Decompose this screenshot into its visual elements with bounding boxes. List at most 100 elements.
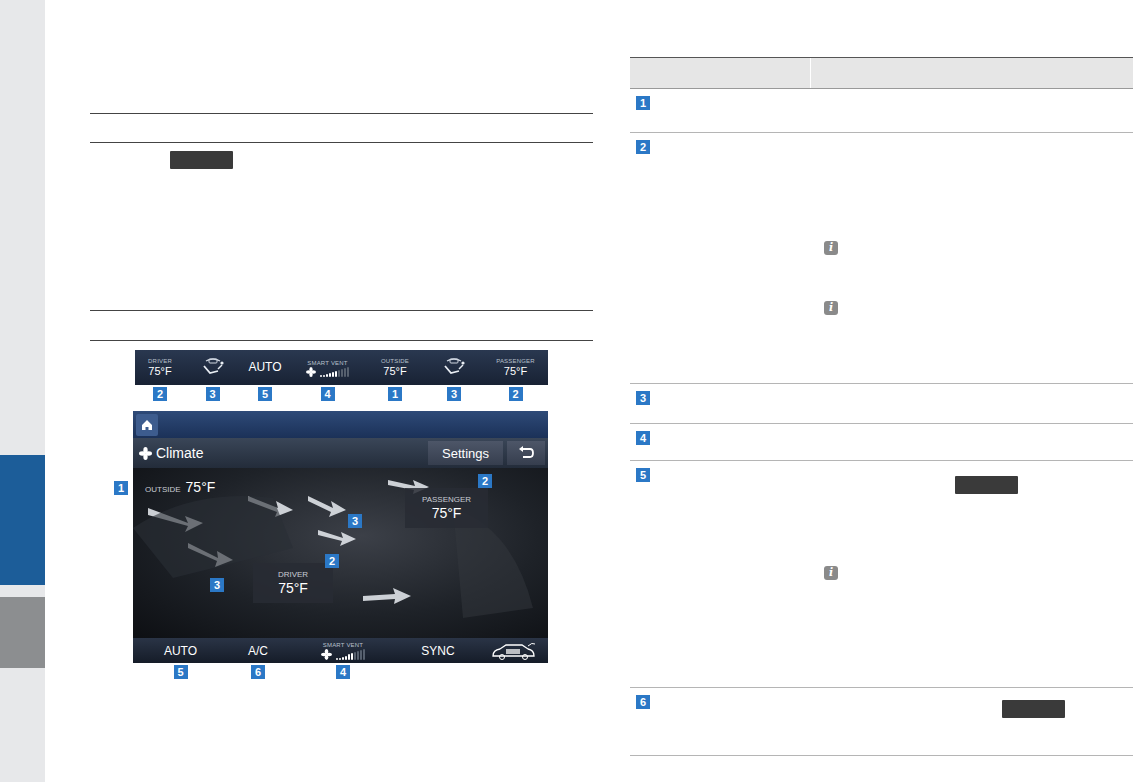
number-badge: 5: [174, 665, 188, 679]
level-bar: [335, 371, 337, 377]
number-badge: 1: [636, 96, 650, 110]
table-row: 6: [630, 688, 1133, 756]
badge-row: 5 6 4: [133, 663, 593, 681]
spacer: [90, 403, 593, 411]
level-bar: [363, 649, 365, 660]
screen-top-bar: [133, 411, 548, 438]
table-row: 1: [630, 89, 1133, 133]
page-content: DRIVER75°FAUTOSMART VENTOUTSIDE75°FPASSE…: [45, 0, 1133, 782]
level-bar: [332, 372, 334, 377]
badge-cell: 6: [228, 665, 288, 679]
fan-control: SMART VENT: [321, 641, 365, 660]
button-label: SYNC: [421, 644, 454, 658]
info-note-icon: i: [824, 241, 838, 255]
chapter-sidebar: [0, 0, 45, 782]
level-bar: [351, 653, 353, 660]
screen-title-bar: ClimateSettings: [133, 438, 548, 468]
level-bar: [320, 375, 322, 377]
status-item[interactable]: AUTO: [240, 350, 290, 385]
badge-cell: 5: [240, 387, 290, 401]
button-button[interactable]: A/C: [228, 638, 288, 663]
fan-row: [306, 367, 349, 377]
number-badge: 4: [321, 387, 335, 401]
back-arrow-icon: [517, 446, 535, 460]
status-item[interactable]: [425, 350, 483, 385]
badge-cell: 3: [425, 387, 483, 401]
level-bar: [347, 367, 349, 377]
description-cell: ii: [810, 133, 1133, 383]
number-badge: 6: [251, 665, 265, 679]
badge-cell: 1: [365, 387, 425, 401]
fan-label: SMART VENT: [323, 641, 363, 649]
level-bar: [344, 368, 346, 377]
table-header: [630, 57, 1133, 89]
info-note-icon: i: [824, 566, 838, 580]
car-co2-icon: [490, 641, 536, 661]
number-badge: 4: [336, 665, 350, 679]
home-icon: [140, 418, 154, 432]
badge-cell: 2: [135, 387, 185, 401]
driver-temperature[interactable]: DRIVER75°F: [253, 563, 333, 603]
fan-button[interactable]: SMART VENT: [288, 638, 398, 663]
badge-cell: 4: [288, 665, 398, 679]
button-button[interactable]: SYNC: [398, 638, 478, 663]
status-item[interactable]: PASSENGER75°F: [483, 350, 548, 385]
level-bar: [326, 374, 328, 377]
spacer: [90, 341, 593, 350]
item-cell: 3: [630, 384, 810, 423]
status-item[interactable]: SMART VENT: [290, 350, 365, 385]
chapter-tab[interactable]: [0, 597, 45, 668]
left-column: DRIVER75°FAUTOSMART VENTOUTSIDE75°FPASSE…: [90, 0, 593, 782]
description-table: 12ii345i6: [630, 0, 1133, 782]
table-row: 5i: [630, 461, 1133, 688]
badge-cell: 2: [483, 387, 548, 401]
level-bar: [336, 658, 338, 660]
home-button[interactable]: [136, 414, 158, 436]
rule-line: [90, 310, 593, 311]
climate-screen: ClimateSettings OUTSIDE75°F PASSENGER75°F D…: [133, 411, 548, 663]
passenger-label: PASSENGER: [422, 495, 471, 505]
status-item[interactable]: [185, 350, 240, 385]
outside-temperature: OUTSIDE75°F: [145, 479, 215, 496]
item-cell: 2: [630, 133, 810, 383]
item-cell: 5: [630, 461, 810, 687]
level-bar: [342, 657, 344, 660]
mode-label: AUTO: [248, 361, 281, 374]
badge-cell: 3: [185, 387, 240, 401]
temperature-value: 75°F: [383, 365, 406, 378]
passenger-temperature[interactable]: PASSENGER75°F: [405, 488, 488, 528]
badge-cell: 5: [133, 665, 228, 679]
screen-bottom-bar: AUTO A/C SMART VENT SYNC: [133, 638, 548, 663]
status-item[interactable]: OUTSIDE75°F: [365, 350, 425, 385]
rule-line: [90, 113, 593, 114]
number-badge: 4: [636, 431, 650, 445]
number-badge: 5: [636, 468, 650, 482]
status-label: PASSENGER: [496, 357, 535, 365]
number-badge: 2: [153, 387, 167, 401]
table-row: 3: [630, 384, 1133, 424]
table-row: 2ii: [630, 133, 1133, 384]
fan-icon: [321, 649, 332, 660]
header-cell: [630, 58, 811, 88]
level-bar: [354, 652, 356, 660]
number-badge: 2: [509, 387, 523, 401]
level-bar: [329, 373, 331, 377]
button-label: AUTO: [164, 644, 197, 658]
level-bar: [345, 656, 347, 660]
seat-airflow-icon: [441, 357, 467, 379]
back-button[interactable]: [507, 441, 545, 465]
co2-button[interactable]: [478, 638, 548, 663]
spacer: [90, 311, 593, 340]
item-cell: 1: [630, 89, 810, 132]
info-note-icon: i: [824, 301, 838, 315]
temperature-value: 75°F: [148, 365, 171, 378]
chapter-tab[interactable]: [0, 455, 45, 585]
settings-button[interactable]: Settings: [428, 441, 503, 465]
label-tag: [955, 476, 1018, 494]
number-badge: 3: [348, 514, 362, 528]
status-label: OUTSIDE: [381, 357, 409, 365]
spacer: [90, 169, 593, 310]
status-item[interactable]: DRIVER75°F: [135, 350, 185, 385]
button-button[interactable]: AUTO: [133, 638, 228, 663]
item-cell: 4: [630, 424, 810, 460]
